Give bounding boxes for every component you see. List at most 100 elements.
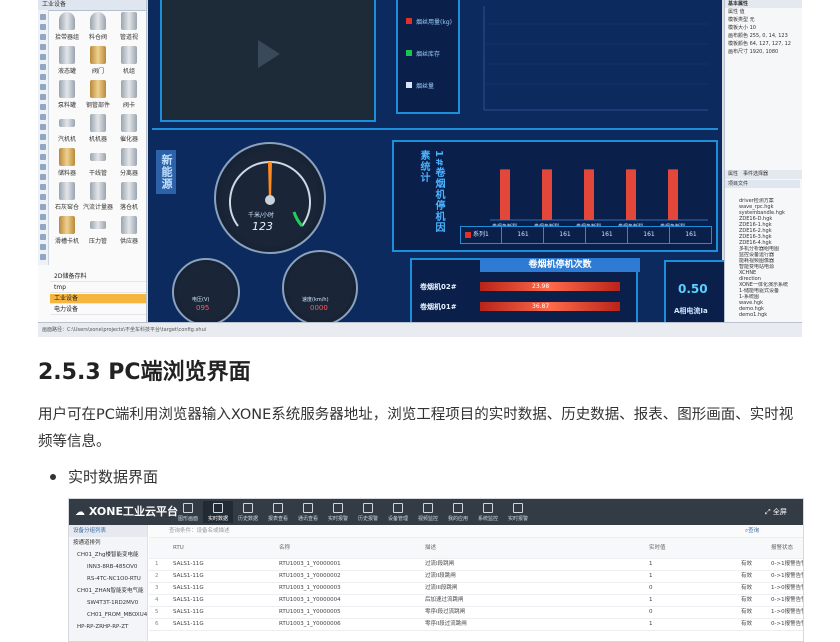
column-header[interactable]: 名称 (279, 538, 290, 558)
device-node[interactable]: RS-4TC-NC1O0-RTU (69, 573, 147, 585)
props-tab-2[interactable]: 事件选择器 (743, 170, 768, 179)
shape-item[interactable]: 汽流计量器 (83, 182, 113, 211)
shape-item[interactable]: 供应器 (114, 216, 144, 245)
table-row[interactable]: 4 SALS1-11G RTU1003_1_Y0000004 后加速过流跳闸 1 有效 0-… (149, 595, 803, 607)
shape-item[interactable]: 滑槽卡机 (52, 216, 82, 245)
shape-label: 管道视 (119, 34, 138, 41)
column-header[interactable]: 报警状态 (771, 538, 793, 558)
device-node[interactable]: INN3-8RB-485OV0 (69, 561, 147, 573)
legend-swatch (406, 82, 412, 88)
nav-label: 历史报警 (357, 516, 378, 522)
table-row[interactable]: 1 SALS1-11G RTU1003_1_Y0000001 过流I段跳闸 1 有效 0->… (149, 559, 803, 571)
table-cell: RTU1003_1_Y0000003 (279, 585, 341, 591)
prop-row[interactable]: 画布颜色 255, 0, 14, 123 (725, 32, 802, 40)
table-row[interactable]: 2 SALS1-11G RTU1003_1_Y0000002 过流II段跳闸 1 有效 0-… (149, 571, 803, 583)
category-item[interactable]: 工业设备 (50, 294, 146, 304)
shape-item[interactable]: 干线管 (83, 148, 113, 177)
prop-row[interactable]: 属性 值 (725, 8, 802, 16)
category-item[interactable]: 2D储备存料 (50, 272, 146, 282)
column-header[interactable]: RTU (173, 538, 184, 558)
nav-item[interactable]: 通讯查看 (293, 501, 323, 523)
shape-label: 催化器 (119, 136, 138, 143)
shape-item[interactable]: 石灰窑仓 (52, 182, 82, 211)
device-node[interactable]: CH01_FROM_MBOXU4 (69, 609, 147, 621)
table-cell: RTU1003_1_Y0000006 (279, 621, 341, 627)
filter-input[interactable]: 查询条件：设备名或描述 (169, 525, 230, 537)
search-button[interactable]: ⌕ 查询 (745, 525, 759, 537)
device-node[interactable]: CH01_Zhg楼智能变电能 (69, 549, 147, 561)
table-cell: 1->0报警告警 (771, 609, 804, 615)
prop-row[interactable]: 模板颜色 64, 127, 127, 12 (725, 40, 802, 48)
shape-item[interactable]: 汽机机 (52, 114, 82, 143)
table-row[interactable]: 5 SALS1-11G RTU1003_1_Y0000005 零序I段过流跳闸 0 有效 1… (149, 607, 803, 619)
column-header[interactable]: 实时值 (649, 538, 666, 558)
shape-icon (90, 182, 106, 200)
table-cell: SALS1-11G (173, 585, 204, 591)
sidebar-sub[interactable]: 按通道排列 (69, 537, 147, 549)
data-grid: 查询条件：设备名或描述 ⌕ 查询 RTU名称描述实时值报警状态操作 1SALS1… (149, 525, 803, 641)
device-node[interactable]: CH01_ZHAN智能变电气能 (69, 585, 147, 597)
nav-item[interactable]: 实时报警 (323, 501, 353, 523)
device-node[interactable]: SW4T3T-1RD2MV0 (69, 597, 147, 609)
shape-item[interactable]: 阀卡 (114, 80, 144, 109)
category-item[interactable]: 电力设备 (50, 305, 146, 315)
shape-item[interactable]: 液态罐 (52, 46, 82, 75)
nav-item[interactable]: 实时报警 (503, 501, 533, 523)
design-canvas[interactable]: 烟丝用量(kg) 烟丝库存 烟丝量 新能源 千米/小时 123 电压(V) 09… (148, 0, 728, 326)
machine-title: 1#卷烟机停机因素统计 (418, 150, 444, 234)
shape-label: 机机器 (88, 136, 107, 143)
props-tab-1[interactable]: 属性 (728, 170, 738, 179)
shape-label: 供应器 (119, 238, 138, 245)
shape-icon (121, 80, 137, 98)
table-row[interactable]: 3 SALS1-11G RTU1003_1_Y0000003 过流III段跳闸 0 有效 1… (149, 583, 803, 595)
nav-icon (303, 503, 313, 513)
nav-label: 图形画面 (177, 516, 198, 522)
shape-item[interactable]: 分离器 (114, 148, 144, 177)
device-node[interactable]: HP-RP-ZRHP-RP-ZT (69, 621, 147, 633)
shape-item[interactable]: 压力管 (83, 216, 113, 245)
table-cell: 0->1报警告警 (771, 573, 804, 579)
frame-line (152, 128, 718, 130)
nav-item[interactable]: 实时数据 (203, 501, 233, 523)
shape-item[interactable]: 泵料罐 (52, 80, 82, 109)
shape-label: 拾带器组 (54, 34, 79, 41)
play-icon[interactable] (258, 40, 280, 68)
shape-item[interactable]: 催化器 (114, 114, 144, 143)
top-chart-grid (483, 6, 708, 111)
shape-item[interactable]: 拾带器组 (52, 12, 82, 41)
nav-item[interactable]: 历史数据 (233, 501, 263, 523)
nav-item[interactable]: 系统监控 (473, 501, 503, 523)
bar-1 (500, 169, 510, 220)
nav-item[interactable]: 报表查看 (263, 501, 293, 523)
shape-item[interactable]: 落仓机 (114, 182, 144, 211)
voltage-value: 095 (196, 304, 210, 312)
row-index: 2 (155, 573, 159, 579)
nav-item[interactable]: 我的应用 (443, 501, 473, 523)
column-header[interactable]: 描述 (425, 538, 436, 558)
fullscreen-button[interactable]: ⤢ 全屏 (765, 499, 787, 525)
category-item[interactable]: tmp (50, 283, 146, 293)
shape-item[interactable]: 管道视 (114, 12, 144, 41)
shape-item[interactable]: 机机器 (83, 114, 113, 143)
prop-row[interactable]: 画布尺寸 1920, 1080 (725, 48, 802, 56)
nav-item[interactable]: 历史报警 (353, 501, 383, 523)
prop-row[interactable]: 模板大小 10 (725, 24, 802, 32)
shape-item[interactable]: 阀门 (83, 46, 113, 75)
prop-row[interactable]: 模板类型 无 (725, 16, 802, 24)
nav-icon (273, 503, 283, 513)
nav-label: 实时数据 (207, 516, 228, 522)
nav-item[interactable]: 视频监控 (413, 501, 443, 523)
shape-item[interactable]: 钢管部件 (83, 80, 113, 109)
table-row[interactable]: 6 SALS1-11G RTU1003_1_Y0000006 零序II段过流跳闸 1 有效… (149, 619, 803, 631)
nav-item[interactable]: 图形画面 (173, 501, 203, 523)
nav-item[interactable]: 设备管理 (383, 501, 413, 523)
shape-item[interactable]: 储料器 (52, 148, 82, 177)
top-chart-area (458, 0, 714, 118)
tree-node[interactable]: demo1.hgk (725, 312, 802, 318)
series-name: 系列1 (473, 231, 489, 238)
legend-swatch (406, 18, 412, 24)
shape-item[interactable]: 机组 (114, 46, 144, 75)
new-energy-tag: 新能源 (156, 150, 176, 194)
legend-swatch (406, 50, 412, 56)
shape-item[interactable]: 料仓阀 (83, 12, 113, 41)
